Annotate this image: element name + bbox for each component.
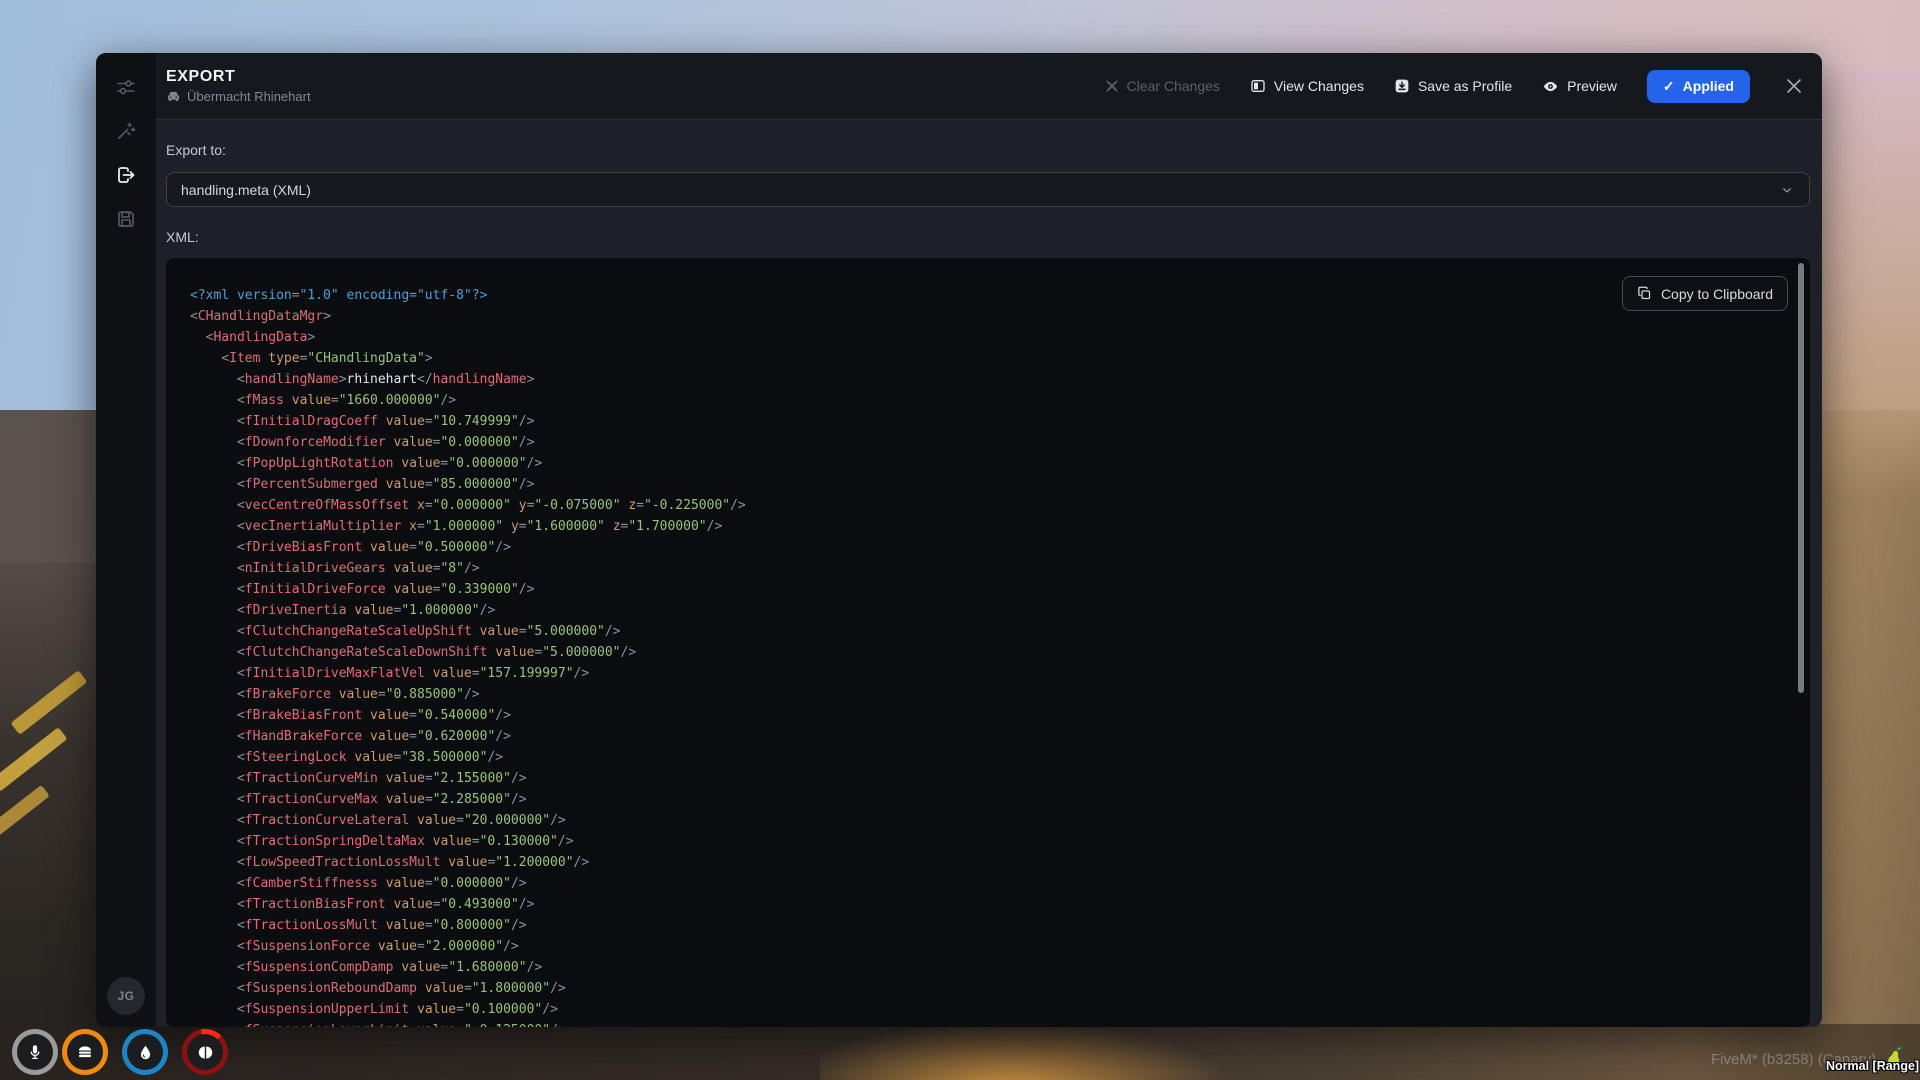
- modal-content: EXPORT Übermacht Rhinehart: [156, 53, 1822, 1027]
- copy-to-clipboard-button[interactable]: Copy to Clipboard: [1622, 276, 1788, 311]
- copy-icon: [1637, 286, 1652, 301]
- clear-changes-button[interactable]: Clear Changes: [1105, 78, 1220, 94]
- close-icon[interactable]: [1784, 76, 1804, 96]
- vehicle-name: Übermacht Rhinehart: [187, 89, 311, 104]
- preview-button[interactable]: Preview: [1542, 78, 1617, 95]
- microphone-icon: [26, 1043, 44, 1061]
- x-icon: [1105, 79, 1119, 93]
- status-hud: [12, 1029, 252, 1075]
- brain-icon: [197, 1044, 214, 1061]
- hunger-status-circle: [62, 1029, 108, 1075]
- water-drop-icon: [137, 1044, 154, 1061]
- view-changes-button[interactable]: View Changes: [1250, 78, 1364, 94]
- title-block: EXPORT Übermacht Rhinehart: [166, 68, 311, 104]
- check-icon: ✓: [1663, 78, 1675, 95]
- car-icon: [166, 89, 181, 104]
- magic-wand-icon[interactable]: [114, 119, 138, 143]
- stress-status-circle: [182, 1029, 228, 1075]
- modal-body: Export to: handling.meta (XML) XML: <?xm…: [156, 120, 1822, 1027]
- fivem-screen: { "modal": { "header": { "title": "EXPOR…: [0, 0, 1920, 1080]
- xml-code[interactable]: <?xml version="1.0" encoding="utf-8"?><C…: [166, 258, 1810, 1027]
- burger-icon: [76, 1043, 94, 1061]
- split-panel-icon: [1250, 78, 1266, 94]
- voice-status-circle: [12, 1029, 58, 1075]
- format-dropdown-value: handling.meta (XML): [181, 182, 311, 198]
- save-icon[interactable]: [114, 207, 138, 231]
- modal-title: EXPORT: [166, 68, 311, 86]
- save-download-icon: [1394, 78, 1410, 94]
- eye-icon: [1542, 78, 1559, 95]
- chevron-down-icon: [1779, 182, 1795, 198]
- save-as-profile-button[interactable]: Save as Profile: [1394, 78, 1512, 94]
- thirst-status-circle: [122, 1029, 168, 1075]
- export-to-label: Export to:: [166, 142, 1810, 158]
- tuning-sliders-icon[interactable]: [114, 75, 138, 99]
- xml-code-block: <?xml version="1.0" encoding="utf-8"?><C…: [166, 258, 1810, 1027]
- header-actions: Clear Changes View Changes: [1105, 70, 1804, 103]
- vehicle-subtitle: Übermacht Rhinehart: [166, 89, 311, 104]
- avatar[interactable]: JG: [107, 977, 145, 1015]
- dirt-patch: [820, 1020, 1240, 1080]
- xml-label: XML:: [166, 229, 1810, 245]
- applied-button[interactable]: ✓ Applied: [1647, 70, 1750, 103]
- format-dropdown[interactable]: handling.meta (XML): [166, 172, 1810, 207]
- modal-sidebar: JG: [96, 53, 156, 1027]
- modal-header: EXPORT Übermacht Rhinehart: [156, 53, 1822, 120]
- export-icon[interactable]: [114, 163, 138, 187]
- code-scrollbar[interactable]: [1798, 263, 1804, 693]
- range-label: Normal [Range]: [1826, 1059, 1919, 1073]
- export-modal: JG EXPORT Übermacht Rhinehart: [96, 53, 1822, 1027]
